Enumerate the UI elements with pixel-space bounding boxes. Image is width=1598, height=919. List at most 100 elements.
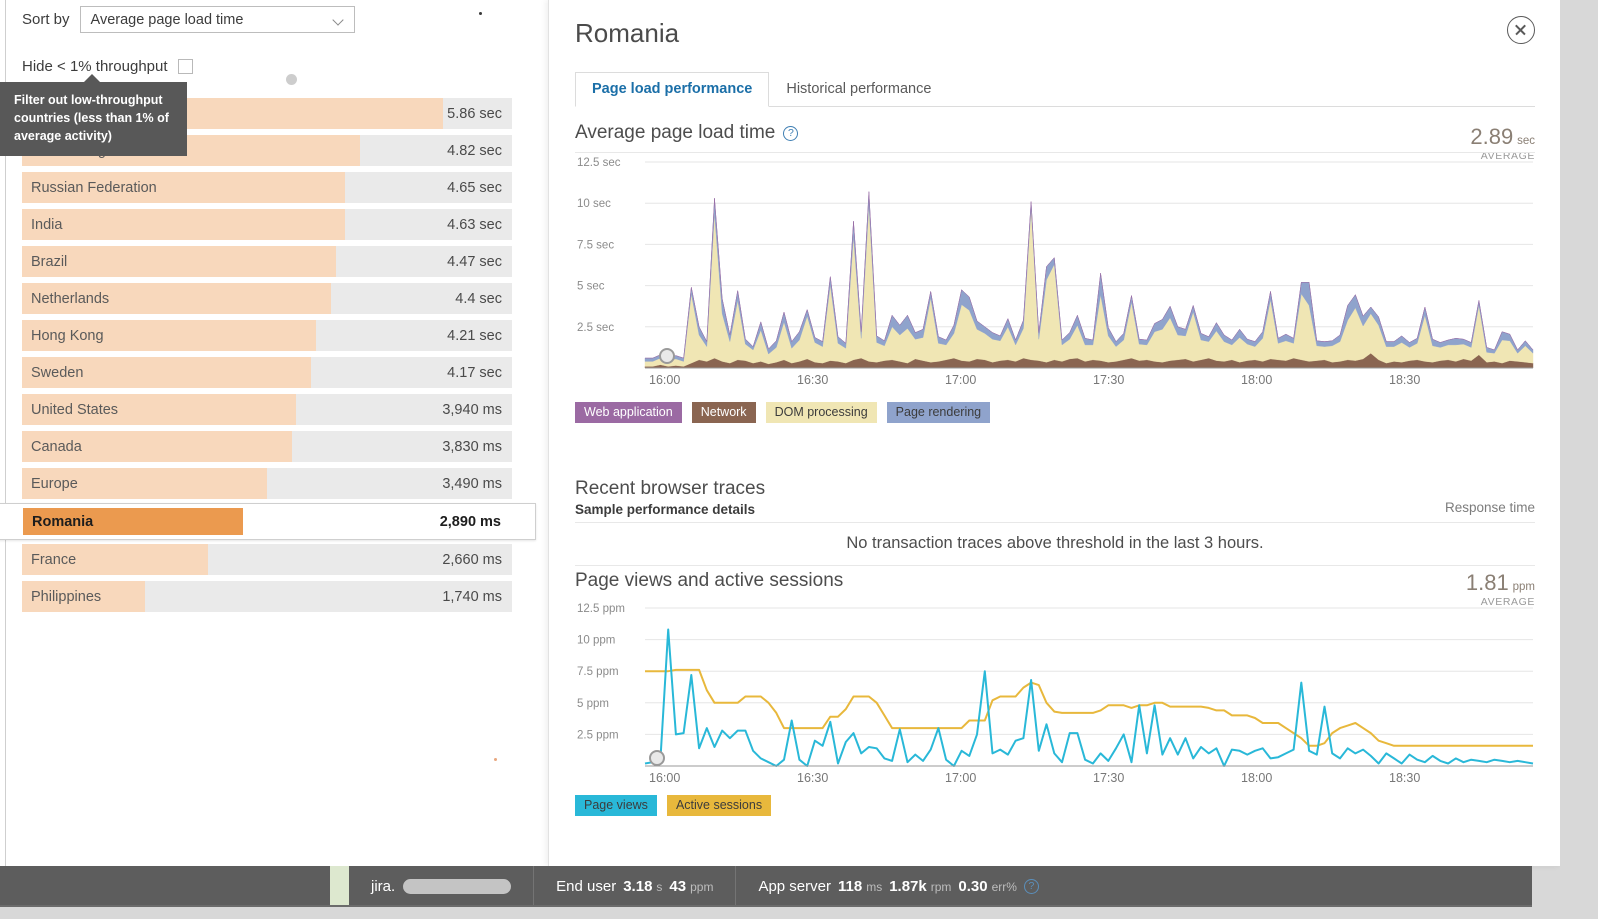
country-row[interactable]: Netherlands 4.4 sec <box>22 283 512 314</box>
status-bar: jira. End user 3.18 s 43 ppm App server 118 ms 1… <box>0 866 1532 907</box>
response-time-column-header: Response time <box>1444 500 1535 515</box>
legend-item[interactable]: Active sessions <box>666 795 772 817</box>
svg-text:12.5 sec: 12.5 sec <box>577 157 621 169</box>
legend-item[interactable]: Page views <box>575 795 657 817</box>
hide-throughput-control: Hide < 1% throughput <box>22 58 193 75</box>
status-metric: 0.30 err% <box>958 878 1017 895</box>
sort-control: Sort by Average page load time <box>22 6 355 33</box>
country-value: 3,830 ms <box>442 438 502 455</box>
country-value: 2,660 ms <box>442 551 502 568</box>
svg-text:5 sec: 5 sec <box>577 281 605 293</box>
country-row[interactable]: Canada 3,830 ms <box>22 431 512 462</box>
cursor-dot <box>479 12 482 15</box>
hide-throughput-checkbox[interactable] <box>177 59 193 74</box>
health-indicator <box>330 866 349 907</box>
page-views-legend: Page views Active sessions <box>575 795 772 817</box>
traces-subtitle: Sample performance details <box>575 502 756 517</box>
status-metric-unit: ppm <box>690 880 714 894</box>
page-load-time-chart[interactable]: 12.5 sec 10 sec 7.5 sec 5 sec 2.5 sec 16:00 16… <box>575 152 1535 390</box>
svg-text:18:30: 18:30 <box>1389 373 1420 387</box>
status-metric-value: 118 <box>838 878 863 895</box>
legend-item[interactable]: Web application <box>575 402 682 424</box>
tab-page-load-performance[interactable]: Page load performance <box>575 72 770 107</box>
svg-text:7.5 ppm: 7.5 ppm <box>577 666 619 678</box>
help-circle-icon[interactable]: ? <box>783 125 799 141</box>
help-circle-icon[interactable]: ? <box>1023 879 1039 894</box>
status-metric-value: 0.30 <box>958 878 988 895</box>
country-value: 1,740 ms <box>442 588 502 605</box>
country-row[interactable]: Russian Federation 4.65 sec <box>22 172 512 203</box>
status-metric: 43 ppm <box>669 878 713 895</box>
app-name-cell[interactable]: jira. <box>349 866 535 907</box>
svg-text:18:30: 18:30 <box>1389 771 1420 785</box>
svg-text:17:30: 17:30 <box>1093 771 1124 785</box>
country-value: 3,490 ms <box>442 475 502 492</box>
metric-unit: sec <box>1517 135 1535 147</box>
desktop-background <box>1560 0 1598 919</box>
country-bar-list: 5.86 secUnited Kingdom4.82 secRussian Fe… <box>0 98 536 618</box>
status-metric: 3.18 s <box>623 878 662 895</box>
country-name: Philippines <box>31 588 102 605</box>
svg-text:16:00: 16:00 <box>649 771 680 785</box>
page-load-time-header: Average page load time ? <box>575 122 799 144</box>
status-metric-unit: err% <box>991 880 1017 894</box>
svg-text:12.5 ppm: 12.5 ppm <box>577 603 625 615</box>
country-row[interactable]: Europe 3,490 ms <box>22 468 512 499</box>
country-row[interactable]: Hong Kong 4.21 sec <box>22 320 512 351</box>
hide-throughput-label: Hide < 1% throughput <box>22 58 168 75</box>
close-icon[interactable] <box>1507 16 1535 44</box>
status-metric-value: 3.18 <box>623 878 653 895</box>
legend-item[interactable]: Page rendering <box>886 402 991 424</box>
country-name: Russian Federation <box>31 179 157 196</box>
country-row[interactable]: United States 3,940 ms <box>22 394 512 425</box>
svg-text:7.5 sec: 7.5 sec <box>577 239 614 251</box>
country-row[interactable]: Philippines 1,740 ms <box>22 581 512 612</box>
svg-text:10 ppm: 10 ppm <box>577 635 615 647</box>
country-row[interactable]: Brazil 4.47 sec <box>22 246 512 277</box>
country-bar-fill <box>22 209 346 240</box>
status-bar-spacer <box>0 866 330 907</box>
status-cell-name: End user <box>556 878 617 895</box>
tab-historical-performance[interactable]: Historical performance <box>769 72 948 107</box>
status-metric-unit: s <box>656 880 663 894</box>
country-value: 3,940 ms <box>442 401 502 418</box>
metric-value: 1.81 <box>1465 570 1509 595</box>
recent-browser-traces-header: Recent browser traces Sample performance… <box>575 478 765 517</box>
page-load-time-title: Average page load time <box>575 122 776 143</box>
status-metric-unit: rpm <box>930 880 952 894</box>
status-cell[interactable]: App server 118 ms 1.87k rpm 0.30 err%? <box>736 866 1061 907</box>
country-name: France <box>31 551 77 568</box>
sort-by-label: Sort by <box>22 11 70 28</box>
svg-text:17:30: 17:30 <box>1093 373 1124 387</box>
legend-item[interactable]: Network <box>691 402 756 424</box>
country-value: 4.47 sec <box>447 253 502 270</box>
page-load-time-legend: Web application Network DOM processing Page… <box>575 402 991 424</box>
country-bar-fill <box>22 246 336 277</box>
status-metric-cells: End user 3.18 s 43 ppm App server 118 ms 1.87k rp… <box>534 866 1061 907</box>
divider <box>575 565 1535 566</box>
page-views-header: Page views and active sessions <box>575 570 843 592</box>
app-name: jira. <box>371 878 396 895</box>
country-value: 4.4 sec <box>455 290 502 307</box>
status-bar-bottom-line <box>0 905 1532 907</box>
country-row[interactable]: France 2,660 ms <box>22 544 512 575</box>
legend-item[interactable]: DOM processing <box>765 402 877 424</box>
country-row[interactable]: Sweden 4.17 sec <box>22 357 512 388</box>
country-row[interactable]: Romania 2,890 ms <box>0 503 536 540</box>
svg-text:16:00: 16:00 <box>649 373 680 387</box>
country-value: 4.17 sec <box>447 364 502 381</box>
country-value: 4.82 sec <box>447 142 502 159</box>
page-views-chart[interactable]: 12.5 ppm 10 ppm 7.5 ppm 5 ppm 2.5 ppm 16:00 16… <box>575 598 1535 788</box>
traces-title: Recent browser traces <box>575 478 766 499</box>
sort-by-select[interactable]: Average page load time <box>79 6 355 33</box>
metric-value: 2.89 <box>1470 124 1514 149</box>
country-value: 4.65 sec <box>447 179 502 196</box>
country-row[interactable]: India 4.63 sec <box>22 209 512 240</box>
svg-text:2.5 ppm: 2.5 ppm <box>577 729 619 741</box>
country-name: Romania <box>32 513 94 530</box>
status-metric-value: 1.87k <box>889 878 927 895</box>
status-cell[interactable]: End user 3.18 s 43 ppm <box>534 866 737 907</box>
divider <box>575 522 1535 523</box>
redaction-block <box>403 879 512 894</box>
chevron-down-icon <box>333 16 346 24</box>
